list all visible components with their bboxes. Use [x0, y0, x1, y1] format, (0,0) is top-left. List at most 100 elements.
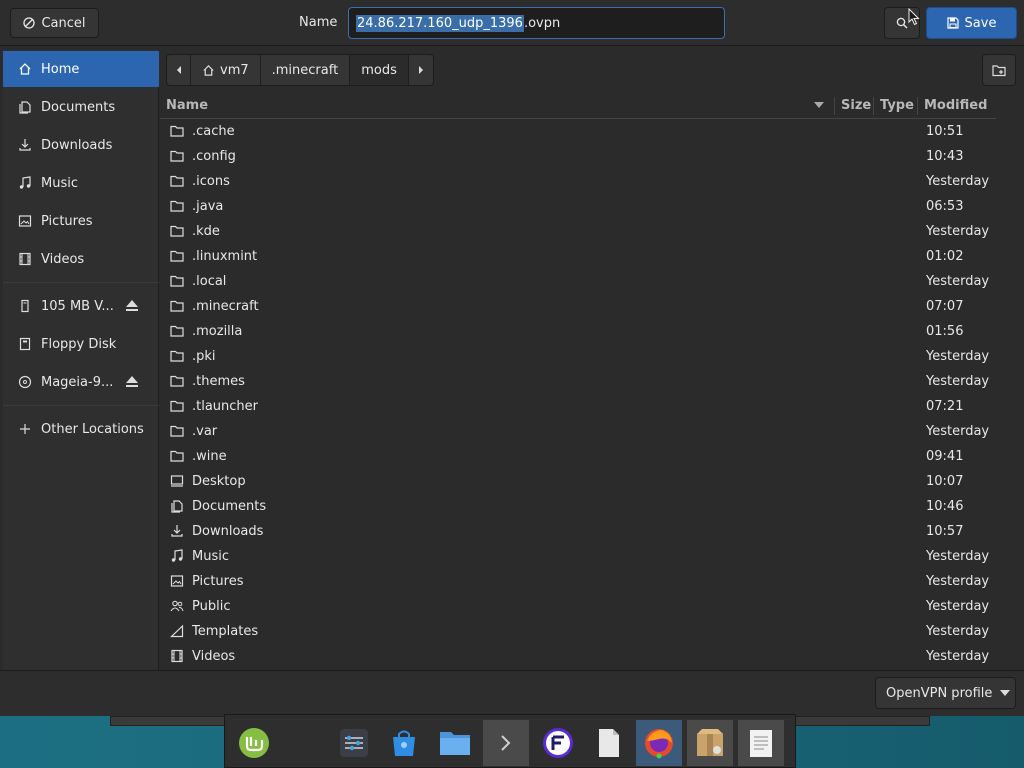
table-row[interactable]: .local Yesterday	[160, 269, 996, 294]
blank-document-icon	[599, 729, 619, 757]
file-modified: 06:53	[926, 199, 964, 214]
taskbar-flatpak-app[interactable]	[535, 720, 581, 766]
videos-icon	[170, 649, 184, 663]
table-row[interactable]: .config 10:43	[160, 144, 996, 169]
column-header-name[interactable]: Name	[166, 93, 834, 118]
table-row[interactable]: Music Yesterday	[160, 544, 996, 569]
sidebar-item-optical-disc[interactable]: Mageia-9...	[3, 364, 159, 400]
sidebar-item-home[interactable]: Home	[3, 51, 159, 87]
file-type-filter-value: OpenVPN profile	[886, 685, 993, 701]
table-row[interactable]: .wine 09:41	[160, 444, 996, 469]
sidebar-item-downloads[interactable]: Downloads	[3, 127, 159, 163]
documents-icon	[170, 499, 184, 513]
new-folder-button[interactable]	[982, 54, 1016, 86]
videos-icon	[18, 252, 32, 266]
cancel-button[interactable]: Cancel	[10, 8, 99, 38]
table-row[interactable]: .linuxmint 01:02	[160, 244, 996, 269]
pictures-icon	[170, 574, 184, 588]
name-label: Name	[299, 15, 338, 30]
terminal-icon	[501, 735, 511, 751]
path-crumb-mods[interactable]: mods	[350, 55, 409, 85]
downloads-icon	[18, 138, 32, 152]
table-row[interactable]: Downloads 10:57	[160, 519, 996, 544]
table-row[interactable]: .tlauncher 07:21	[160, 394, 996, 419]
path-crumb-home[interactable]: vm7	[191, 55, 261, 85]
cancel-label: Cancel	[41, 15, 86, 31]
path-crumb-label: mods	[361, 62, 397, 78]
sidebar-item-pictures[interactable]: Pictures	[3, 203, 159, 239]
table-row[interactable]: .var Yesterday	[160, 419, 996, 444]
sidebar-item-label: Floppy Disk	[41, 336, 117, 352]
table-row[interactable]: .kde Yesterday	[160, 219, 996, 244]
folder-icon	[440, 732, 470, 755]
sidebar-item-label: Documents	[41, 99, 116, 115]
taskbar-settings-app[interactable]	[331, 720, 377, 766]
taskbar-archive-manager[interactable]	[687, 720, 733, 766]
table-row[interactable]: Public Yesterday	[160, 594, 996, 619]
path-crumb-minecraft[interactable]: .minecraft	[261, 55, 351, 85]
home-icon	[18, 62, 32, 76]
sidebar-item-floppy-disk[interactable]: Floppy Disk	[3, 326, 159, 362]
path-scroll-right-button[interactable]	[409, 55, 433, 85]
shopping-bag-icon	[393, 730, 415, 756]
file-name: Documents	[192, 499, 267, 514]
home-icon	[203, 64, 214, 76]
file-modified: Yesterday	[926, 574, 990, 589]
column-header-modified[interactable]: Modified	[924, 93, 987, 118]
taskbar-firefox[interactable]	[636, 720, 682, 766]
mint-menu-button[interactable]	[231, 720, 277, 766]
taskbar-file-manager[interactable]	[432, 720, 478, 766]
sidebar-item-documents[interactable]: Documents	[3, 89, 159, 125]
column-header-label: Modified	[924, 98, 988, 113]
path-scroll-left-button[interactable]	[167, 55, 191, 85]
table-row[interactable]: Videos Yesterday	[160, 644, 996, 669]
column-header-type[interactable]: Type	[880, 93, 914, 118]
table-row[interactable]: Pictures Yesterday	[160, 569, 996, 594]
folder-icon	[170, 224, 184, 238]
table-row[interactable]: .pki Yesterday	[160, 344, 996, 369]
sidebar-item-music[interactable]: Music	[3, 165, 159, 201]
list-scrollbar[interactable]	[996, 93, 1017, 670]
folder-icon	[170, 399, 184, 413]
file-type-filter-select[interactable]: OpenVPN profile	[875, 677, 1016, 709]
file-name: Desktop	[192, 474, 246, 489]
table-row[interactable]: .cache 10:51	[160, 119, 996, 144]
eject-icon[interactable]	[125, 375, 139, 388]
music-icon	[18, 176, 32, 190]
table-row[interactable]: Desktop 10:07	[160, 469, 996, 494]
desktop-icon	[170, 474, 184, 488]
settings-sliders-icon	[340, 729, 368, 757]
save-file-dialog: Cancel Name 24.86.217.160_udp_1396 .ovpn …	[0, 0, 1024, 716]
sidebar-item-volume[interactable]: 105 MB V...	[3, 288, 159, 324]
table-row[interactable]: .minecraft 07:07	[160, 294, 996, 319]
file-name: .themes	[192, 374, 245, 389]
file-list: Name Size Type Modified .cache 10:51 .conf…	[160, 93, 996, 670]
sort-down-icon[interactable]	[814, 102, 824, 109]
table-row[interactable]: Templates Yesterday	[160, 619, 996, 644]
file-name: Downloads	[192, 524, 264, 539]
sidebar-item-videos[interactable]: Videos	[3, 241, 159, 277]
table-row[interactable]: .mozilla 01:56	[160, 319, 996, 344]
table-row[interactable]: .themes Yesterday	[160, 369, 996, 394]
taskbar-software-manager[interactable]	[381, 720, 427, 766]
table-row[interactable]: .icons Yesterday	[160, 169, 996, 194]
notepad-icon	[750, 730, 772, 757]
filename-input[interactable]: 24.86.217.160_udp_1396 .ovpn	[348, 7, 725, 39]
eject-icon[interactable]	[125, 299, 139, 312]
save-icon	[946, 17, 959, 29]
file-modified: 10:57	[926, 524, 964, 539]
taskbar-text-editor[interactable]	[738, 720, 784, 766]
cancel-icon	[23, 17, 36, 29]
folder-icon	[170, 199, 184, 213]
file-name: .icons	[192, 174, 230, 189]
table-row[interactable]: .java 06:53	[160, 194, 996, 219]
sidebar-item-label: Pictures	[41, 213, 93, 229]
taskbar-terminal[interactable]	[483, 720, 529, 766]
column-header-size[interactable]: Size	[841, 93, 871, 118]
taskbar-text-file[interactable]	[586, 720, 632, 766]
table-row[interactable]: Documents 10:46	[160, 494, 996, 519]
file-modified: Yesterday	[926, 349, 990, 364]
sidebar-item-other-locations[interactable]: Other Locations	[3, 411, 159, 447]
save-button[interactable]: Save	[926, 7, 1017, 39]
file-name: .local	[192, 274, 227, 289]
